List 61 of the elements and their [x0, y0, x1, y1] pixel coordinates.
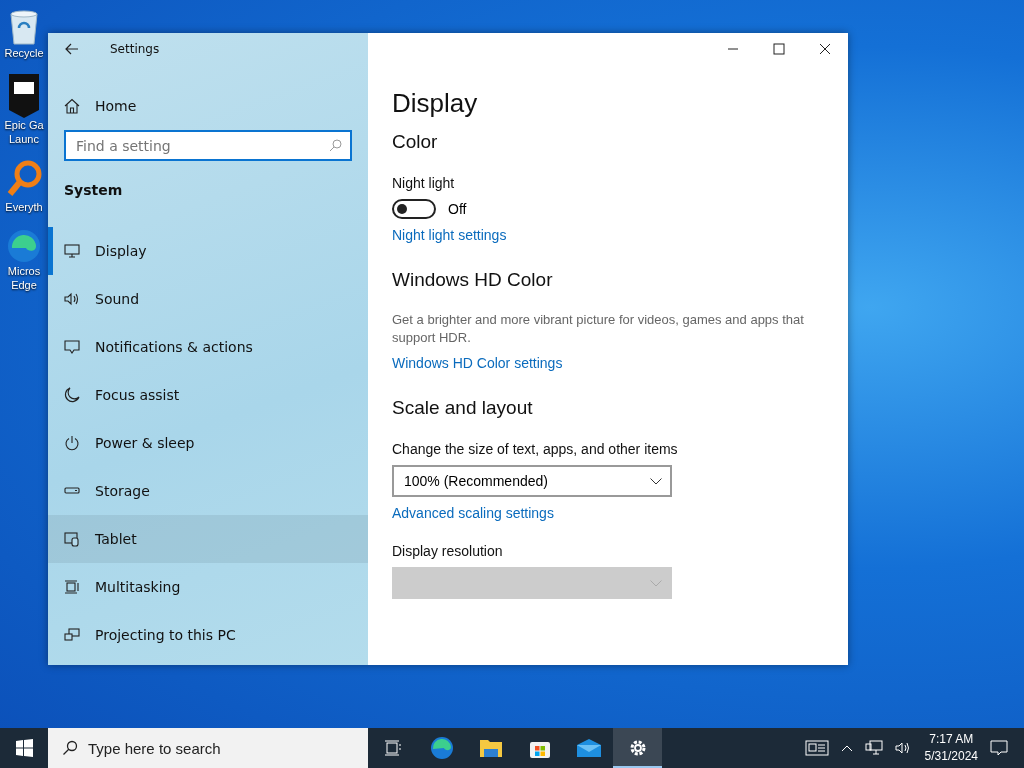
clock-time[interactable]: 7:17 AM — [929, 731, 974, 748]
search-icon — [329, 139, 342, 152]
sidebar-item[interactable]: Sound — [48, 275, 368, 323]
envelope-icon — [575, 738, 602, 758]
dropdown[interactable]: 100% (Recommended) — [392, 465, 672, 497]
power-icon — [64, 435, 80, 451]
folder-icon — [478, 737, 503, 759]
desktop-icon-label[interactable]: Edge — [11, 278, 37, 292]
desktop-icon-label[interactable]: Everyth — [5, 200, 43, 214]
notification-icon[interactable] — [990, 739, 1008, 757]
sidebar-item[interactable]: Projecting to this PC — [48, 611, 368, 659]
toggle-state-label: Off — [448, 201, 467, 217]
taskbar-search-field[interactable]: Type here to search — [48, 728, 368, 768]
tablet-icon — [64, 531, 80, 547]
message-icon — [64, 339, 80, 355]
description-text: Get a brighter and more vibrant picture for videos, games and apps that support HDR. — [392, 311, 805, 347]
news-icon[interactable] — [804, 740, 829, 756]
chevron-icon — [650, 579, 662, 587]
chevron-up-icon[interactable] — [840, 744, 853, 752]
game-launcher-icon[interactable] — [9, 74, 39, 118]
sidebar-item[interactable]: Notifications & actions — [48, 323, 368, 371]
section-heading: System — [64, 182, 124, 198]
section-heading: Windows HD Color — [392, 269, 553, 291]
sidebar-item[interactable]: Storage — [48, 467, 368, 515]
section-heading: Scale and layout — [392, 397, 533, 419]
chevron-icon — [650, 477, 662, 485]
taskbar-app-button[interactable] — [613, 728, 662, 768]
browser-icon — [429, 736, 454, 760]
page-title: Display — [392, 88, 478, 119]
search-field[interactable]: Find a setting — [64, 130, 352, 161]
screens-icon — [64, 627, 80, 643]
home-link[interactable]: Home — [95, 98, 137, 114]
sidebar-item[interactable]: Focus assist — [48, 371, 368, 419]
sidebar-item[interactable]: Tablet — [48, 515, 368, 563]
setting-label: Display resolution — [392, 543, 503, 559]
settings-link[interactable]: Advanced scaling settings — [392, 505, 554, 521]
sidebar-item[interactable]: Power & sleep — [48, 419, 368, 467]
speaker-icon[interactable] — [894, 740, 911, 756]
home-icon — [64, 98, 80, 114]
network-icon[interactable] — [864, 740, 883, 756]
desktop-icon-label[interactable]: Micros — [7, 264, 41, 278]
task-view-icon — [383, 740, 402, 756]
toggle-switch[interactable] — [392, 199, 436, 219]
sidebar-item[interactable]: Display — [48, 227, 368, 275]
settings-link[interactable]: Night light settings — [392, 227, 507, 243]
desktop-icon-label[interactable]: Epic Ga — [4, 118, 44, 132]
speaker-icon — [64, 291, 80, 307]
settings-link[interactable]: Windows HD Color settings — [392, 355, 563, 371]
setting-label: Change the size of text, apps, and other items — [392, 441, 678, 457]
sidebar-item[interactable]: Multitasking — [48, 563, 368, 611]
window-title: Settings — [110, 42, 160, 56]
setting-label: Night light — [392, 175, 455, 191]
desktop-icon-label[interactable]: Launc — [9, 132, 39, 146]
clock-date[interactable]: 5/31/2024 — [924, 748, 978, 765]
section-heading: Color — [392, 131, 438, 153]
moon-icon — [64, 387, 80, 403]
back-arrow-icon[interactable] — [65, 43, 79, 55]
monitor-icon — [64, 243, 80, 259]
desktop-icon-label[interactable]: Recycle — [4, 46, 44, 60]
windows-icon — [64, 579, 80, 595]
browser-icon[interactable] — [6, 228, 42, 264]
